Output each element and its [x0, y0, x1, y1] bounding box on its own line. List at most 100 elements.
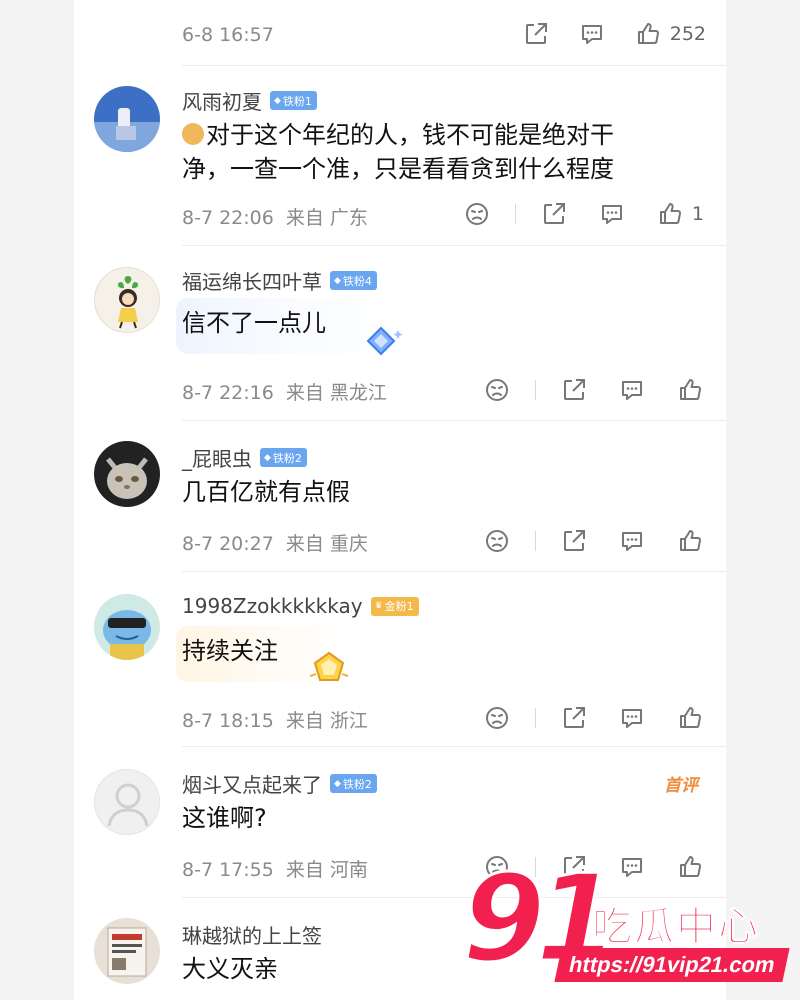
crown-icon: ♛ — [374, 601, 383, 611]
comment-item: _屁眼虫 ◆ 铁粉2 几百亿就有点假 8-7 20:27 来自 重庆 — [74, 421, 726, 572]
comment-text: 几百亿就有点假 — [182, 475, 350, 509]
thumbs-up-icon[interactable] — [676, 704, 704, 732]
comment-meta: 8-7 20:27 来自 重庆 — [182, 529, 368, 556]
comment-icon[interactable] — [618, 376, 646, 404]
comment-text: 这谁啊? — [182, 801, 267, 835]
username[interactable]: 1998Zzokkkkkkay — [182, 594, 363, 618]
previous-comment-actions: 6-8 16:57 252 — [74, 0, 726, 66]
comment-time: 8-7 22:06 — [182, 207, 274, 229]
comment-text: 对于这个年纪的人，钱不可能是绝对干 净，一查一个准，只是看看贪到什么程度 — [182, 118, 614, 186]
comment-item: 福运绵长四叶草 ◆ 铁粉4 信不了一点儿 8-7 22:16 来自 黑龙江 — [74, 246, 726, 421]
fan-badge[interactable]: ◆ 铁粉1 — [270, 91, 317, 110]
dislike-icon[interactable] — [483, 376, 511, 404]
action-bar — [483, 376, 704, 404]
fan-badge[interactable]: ◆ 铁粉2 — [260, 448, 307, 467]
thumbs-up-icon[interactable] — [676, 376, 704, 404]
username[interactable]: _屁眼虫 — [182, 443, 252, 472]
share-icon[interactable] — [560, 704, 588, 732]
action-bar — [483, 704, 704, 732]
comment-line: 这谁啊? — [182, 804, 267, 832]
comment-text: 持续关注 — [182, 634, 278, 668]
comment-location: 来自 重庆 — [285, 533, 368, 555]
fan-badge[interactable]: ◆ 铁粉4 — [330, 271, 377, 290]
comment-panel: 6-8 16:57 252 风雨初夏 ◆ 铁粉1 对于这个年纪的人，钱不可能是绝对… — [74, 0, 726, 1000]
thumbs-up-icon[interactable] — [676, 527, 704, 555]
name-row: 烟斗又点起来了 ◆ 铁粉2 — [182, 769, 377, 798]
comment-text: 大义灭亲 — [182, 952, 278, 986]
username[interactable]: 烟斗又点起来了 — [182, 769, 322, 798]
action-bar: 1 — [463, 200, 704, 228]
thumbs-up-icon — [634, 20, 662, 48]
username[interactable]: 琳越狱的上上签 — [182, 920, 322, 949]
comment-time: 8-7 18:15 — [182, 710, 274, 732]
watermark: 91 吃瓜中心 https://91vip21.com — [461, 849, 800, 1000]
comment-location: 来自 浙江 — [285, 710, 368, 732]
doge-emoji-icon — [182, 123, 204, 145]
first-comment-tag: 首评 — [664, 776, 698, 796]
avatar[interactable] — [94, 918, 160, 984]
comment-location: 来自 广东 — [285, 207, 368, 229]
comment-meta: 8-7 22:06 来自 广东 — [182, 203, 368, 230]
fan-badge[interactable]: ♛ 金粉1 — [370, 596, 419, 616]
watermark-url: https://91vip21.com — [554, 948, 790, 982]
comment-meta: 8-7 22:16 来自 黑龙江 — [182, 378, 387, 405]
action-bar — [483, 527, 704, 555]
thumbs-up-icon — [656, 200, 684, 228]
comment-line: 信不了一点儿 — [182, 309, 326, 337]
username[interactable]: 风雨初夏 — [182, 86, 262, 115]
divider — [535, 531, 536, 551]
comment-time: 8-7 20:27 — [182, 533, 274, 555]
dislike-icon[interactable] — [483, 527, 511, 555]
comment-icon[interactable] — [618, 527, 646, 555]
name-row: 琳越狱的上上签 — [182, 920, 322, 949]
comment-line: 大义灭亲 — [182, 955, 278, 983]
avatar[interactable] — [94, 86, 160, 152]
comment-time: 8-7 22:16 — [182, 382, 274, 404]
comment-line: 对于这个年纪的人，钱不可能是绝对干 — [182, 118, 614, 152]
share-icon[interactable] — [540, 200, 568, 228]
comment-meta: 8-7 18:15 来自 浙江 — [182, 706, 368, 733]
like-count: 1 — [691, 203, 704, 225]
share-icon[interactable] — [560, 376, 588, 404]
comment-icon[interactable] — [598, 200, 626, 228]
name-row: _屁眼虫 ◆ 铁粉2 — [182, 443, 307, 472]
avatar[interactable] — [94, 594, 160, 660]
avatar[interactable] — [94, 441, 160, 507]
username[interactable]: 福运绵长四叶草 — [182, 266, 322, 295]
comment-item: 1998Zzokkkkkkay ♛ 金粉1 持续关注 8-7 18:15 来自 浙… — [74, 572, 726, 747]
comment-location: 来自 河南 — [285, 859, 368, 881]
comment-icon[interactable] — [578, 20, 606, 48]
watermark-brand: 吃瓜中心 — [592, 904, 760, 951]
like-button[interactable]: 252 — [634, 20, 706, 48]
divider — [535, 380, 536, 400]
diamond-icon: ◆ — [264, 452, 271, 463]
like-count: 252 — [669, 23, 706, 45]
dislike-icon[interactable] — [463, 200, 491, 228]
comment-line: 持续关注 — [182, 637, 278, 665]
avatar[interactable] — [94, 267, 160, 333]
comment-line: 净，一查一个准，只是看看贪到什么程度 — [182, 155, 614, 183]
diamond-icon: ◆ — [334, 275, 341, 286]
comment-icon[interactable] — [618, 704, 646, 732]
diamond-icon: ◆ — [274, 95, 281, 106]
dislike-icon[interactable] — [483, 704, 511, 732]
comment-item: 风雨初夏 ◆ 铁粉1 对于这个年纪的人，钱不可能是绝对干 净，一查一个准，只是看看… — [74, 66, 726, 246]
comment-text: 信不了一点儿 — [182, 306, 326, 340]
fan-badge[interactable]: ◆ 铁粉2 — [330, 774, 377, 793]
divider — [535, 708, 536, 728]
comment-meta: 8-7 17:55 来自 河南 — [182, 855, 368, 882]
name-row: 福运绵长四叶草 ◆ 铁粉4 — [182, 266, 377, 295]
share-icon[interactable] — [522, 20, 550, 48]
diamond-icon: ◆ — [334, 778, 341, 789]
name-row: 1998Zzokkkkkkay ♛ 金粉1 — [182, 594, 419, 618]
diamond-sticker-icon — [366, 326, 403, 356]
comment-line: 几百亿就有点假 — [182, 478, 350, 506]
gold-gem-sticker-icon — [309, 651, 349, 681]
comment-location: 来自 黑龙江 — [285, 382, 387, 404]
action-bar: 252 — [522, 20, 706, 48]
share-icon[interactable] — [560, 527, 588, 555]
divider — [514, 204, 516, 224]
avatar[interactable] — [94, 769, 160, 835]
like-button[interactable]: 1 — [656, 200, 704, 228]
comment-time: 6-8 16:57 — [182, 24, 274, 46]
